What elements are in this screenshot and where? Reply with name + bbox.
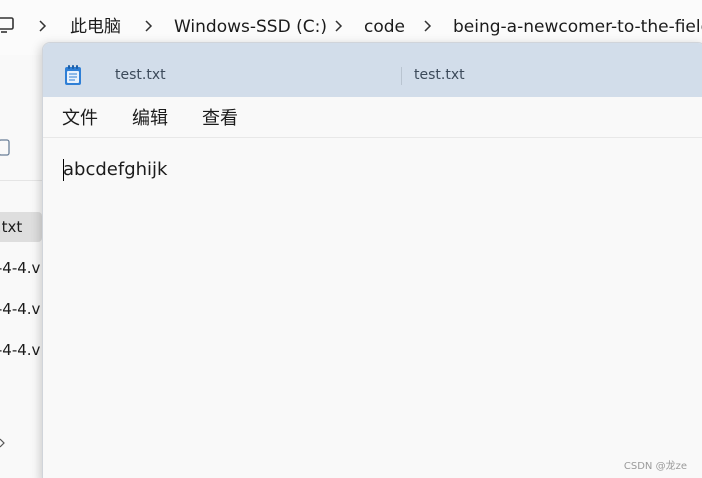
- chevron-right-icon: [0, 438, 5, 448]
- chevron-right-icon: [424, 20, 432, 32]
- this-pc-icon[interactable]: [0, 17, 14, 33]
- copy-icon[interactable]: [0, 137, 11, 159]
- editor-content[interactable]: abcdefghijk: [63, 159, 167, 181]
- file-name: t-4-4.v: [0, 341, 41, 359]
- chevron-right-icon: [335, 20, 343, 32]
- file-list-item[interactable]: t-4-4.v: [0, 253, 42, 283]
- menu-edit[interactable]: 编辑: [132, 107, 168, 131]
- file-list-item[interactable]: t-4-4.v: [0, 335, 42, 365]
- breadcrumb-drive[interactable]: Windows-SSD (C:): [174, 15, 327, 39]
- window-title[interactable]: test.txt: [414, 67, 465, 83]
- file-name: t-4-4.v: [0, 259, 41, 277]
- breadcrumb-code[interactable]: code: [364, 15, 405, 39]
- desktop: 此电脑 Windows-SSD (C:) code being-a-newcom…: [0, 0, 702, 478]
- text-caret: [63, 159, 64, 181]
- notepad-menu-bar: 文件 编辑 查看: [43, 97, 702, 138]
- tab-test-txt[interactable]: test.txt: [115, 67, 166, 83]
- watermark: CSDN @龙ze: [623, 461, 687, 472]
- breadcrumb-this-pc[interactable]: 此电脑: [70, 15, 121, 39]
- text-editor-area[interactable]: abcdefghijk: [43, 139, 702, 478]
- toolbar-divider: [0, 180, 44, 181]
- menu-file[interactable]: 文件: [62, 107, 98, 131]
- explorer-file-list: t.txt t-4-4.v t-4-4.v t-4-4.v: [0, 55, 44, 478]
- file-name: t-4-4.v: [0, 300, 41, 318]
- notepad-icon: [65, 65, 81, 85]
- chevron-right-icon: [39, 20, 47, 32]
- breadcrumb-folder[interactable]: being-a-newcomer-to-the-field: [453, 15, 702, 39]
- notepad-window[interactable]: test.txt test.txt 文件 编辑 查看 abcdefghijk C…: [42, 42, 702, 478]
- menu-view[interactable]: 查看: [202, 107, 238, 131]
- file-name: t.txt: [0, 218, 23, 236]
- tab-divider: [401, 67, 402, 85]
- notepad-title-bar[interactable]: test.txt test.txt: [43, 43, 702, 97]
- chevron-right-icon: [145, 20, 153, 32]
- file-list-item[interactable]: t.txt: [0, 212, 42, 242]
- file-list-item[interactable]: t-4-4.v: [0, 294, 42, 324]
